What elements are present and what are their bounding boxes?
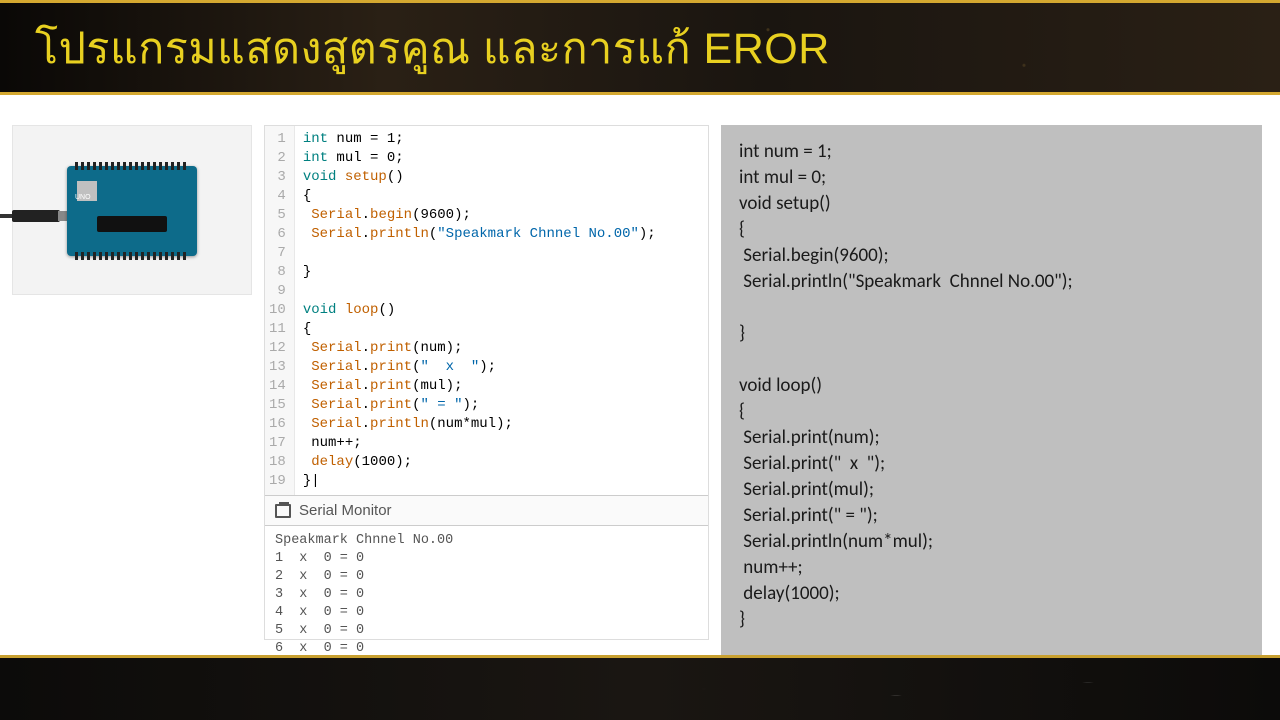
slide-title: โปรแกรมแสดงสูตรคูณ และการแก้ EROR	[35, 14, 830, 82]
code-editor: 12345678910111213141516171819 int num = …	[265, 126, 708, 495]
arduino-illustration: UNO	[67, 166, 197, 256]
arduino-panel: UNO	[12, 125, 252, 295]
serial-monitor-icon	[275, 504, 291, 518]
slide-footer	[0, 655, 1280, 720]
serial-monitor-label: Serial Monitor	[299, 502, 392, 519]
slide-header: โปรแกรมแสดงสูตรคูณ และการแก้ EROR	[0, 0, 1280, 95]
plain-code-panel: int num = 1; int mul = 0; void setup() {…	[721, 125, 1262, 655]
usb-plug-icon	[12, 210, 60, 222]
code-body[interactable]: int num = 1;int mul = 0;void setup(){ Se…	[295, 126, 664, 495]
line-gutter: 12345678910111213141516171819	[265, 126, 295, 495]
arduino-board-icon: UNO	[67, 166, 197, 256]
main-content: UNO 12345678910111213141516171819 int nu…	[0, 95, 1280, 640]
board-label: UNO	[75, 194, 91, 201]
editor-panel: 12345678910111213141516171819 int num = …	[264, 125, 709, 640]
serial-monitor-header[interactable]: Serial Monitor	[265, 495, 708, 526]
